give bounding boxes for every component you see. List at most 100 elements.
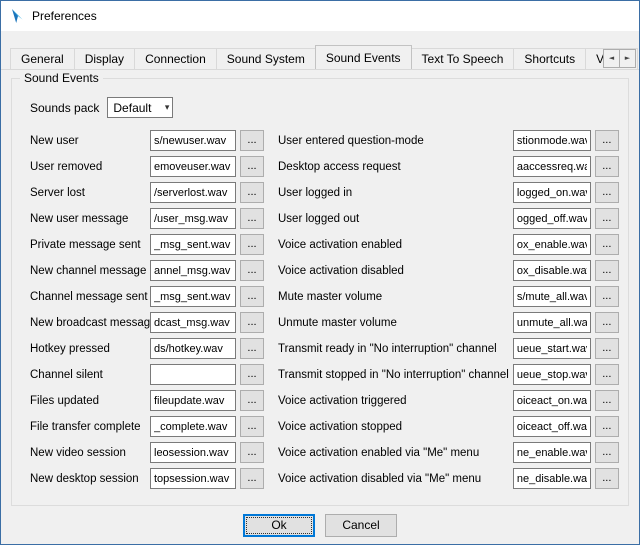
browse-button[interactable]: ... [240,208,264,229]
browse-button[interactable]: ... [595,312,619,333]
sound-event-row: Server lost ... [30,182,264,203]
sound-event-row: User entered question-mode ... [278,130,619,151]
sound-file-input[interactable] [150,416,236,437]
sound-event-row: Private message sent ... [30,234,264,255]
sound-file-input[interactable] [150,338,236,359]
browse-button[interactable]: ... [240,156,264,177]
tab-sound-system[interactable]: Sound System [216,48,316,69]
browse-button[interactable]: ... [595,234,619,255]
browse-button[interactable]: ... [240,260,264,281]
browse-button[interactable]: ... [595,416,619,437]
browse-button[interactable]: ... [240,442,264,463]
sound-events-column-right: User entered question-mode ... Desktop a… [278,130,619,494]
sound-event-label: New desktop session [30,473,150,485]
sound-event-row: User logged in ... [278,182,619,203]
sound-file-input[interactable] [513,182,591,203]
browse-button[interactable]: ... [240,286,264,307]
browse-button[interactable]: ... [595,208,619,229]
sound-event-label: Voice activation disabled via "Me" menu [278,473,513,485]
sound-file-input[interactable] [513,130,591,151]
tab-shortcuts[interactable]: Shortcuts [513,48,586,69]
sound-event-label: User logged out [278,213,513,225]
browse-button[interactable]: ... [240,364,264,385]
sound-file-input[interactable] [513,338,591,359]
browse-button[interactable]: ... [240,416,264,437]
sound-file-input[interactable] [513,286,591,307]
sound-event-label: Channel message sent [30,291,150,303]
tab-general[interactable]: General [10,48,75,69]
sound-event-label: Mute master volume [278,291,513,303]
sound-file-input[interactable] [150,208,236,229]
sound-event-label: Channel silent [30,369,150,381]
sound-event-label: User removed [30,161,150,173]
sound-file-input[interactable] [513,260,591,281]
sound-file-input[interactable] [513,312,591,333]
sound-file-input[interactable] [150,312,236,333]
browse-button[interactable]: ... [595,182,619,203]
sound-file-input[interactable] [513,156,591,177]
sound-event-row: New desktop session ... [30,468,264,489]
ok-button[interactable]: Ok [243,514,315,537]
sound-file-input[interactable] [513,390,591,411]
browse-button[interactable]: ... [240,390,264,411]
browse-button[interactable]: ... [595,286,619,307]
tab-connection[interactable]: Connection [134,48,217,69]
titlebar[interactable]: Preferences [1,1,639,31]
browse-button[interactable]: ... [240,182,264,203]
browse-button[interactable]: ... [595,260,619,281]
sound-file-input[interactable] [150,468,236,489]
sound-file-input[interactable] [150,364,236,385]
tab-scroller: ◄ ► [604,49,636,68]
sound-event-label: Private message sent [30,239,150,251]
sound-event-row: Hotkey pressed ... [30,338,264,359]
sound-file-input[interactable] [150,286,236,307]
sound-file-input[interactable] [150,156,236,177]
sound-file-input[interactable] [150,234,236,255]
sound-file-input[interactable] [513,468,591,489]
sound-event-label: Transmit ready in "No interruption" chan… [278,343,513,355]
browse-button[interactable]: ... [240,312,264,333]
sound-event-row: Transmit stopped in "No interruption" ch… [278,364,619,385]
sound-file-input[interactable] [513,364,591,385]
sound-event-row: Voice activation enabled via "Me" menu .… [278,442,619,463]
browse-button[interactable]: ... [240,130,264,151]
tab-display[interactable]: Display [74,48,135,69]
sound-event-row: Voice activation triggered ... [278,390,619,411]
sound-file-input[interactable] [513,442,591,463]
sound-event-label: Hotkey pressed [30,343,150,355]
tab-page-sound-events: Sound Events Sounds pack Default ▾ New u… [1,70,639,506]
sound-file-input[interactable] [150,182,236,203]
sound-event-row: New video session ... [30,442,264,463]
browse-button[interactable]: ... [595,130,619,151]
cancel-button[interactable]: Cancel [325,514,397,537]
browse-button[interactable]: ... [240,234,264,255]
dialog-footer: Ok Cancel [1,506,639,544]
sound-event-label: Unmute master volume [278,317,513,329]
tab-scroll-right-button[interactable]: ► [619,49,636,68]
browse-button[interactable]: ... [595,468,619,489]
sound-file-input[interactable] [513,208,591,229]
sound-file-input[interactable] [513,416,591,437]
sound-file-input[interactable] [150,130,236,151]
browse-button[interactable]: ... [595,442,619,463]
sound-file-input[interactable] [150,442,236,463]
browse-button[interactable]: ... [595,156,619,177]
browse-button[interactable]: ... [595,390,619,411]
sound-event-row: New broadcast message ... [30,312,264,333]
browse-button[interactable]: ... [595,364,619,385]
tab-sound-events[interactable]: Sound Events [315,45,412,70]
sounds-pack-select[interactable]: Default ▾ [107,97,173,118]
sound-event-row: Mute master volume ... [278,286,619,307]
browse-button[interactable]: ... [595,338,619,359]
sound-event-label: Voice activation enabled [278,239,513,251]
sound-file-input[interactable] [150,390,236,411]
tab-text-to-speech[interactable]: Text To Speech [411,48,515,69]
sound-event-label: Transmit stopped in "No interruption" ch… [278,369,513,381]
sounds-pack-value: Default [113,101,151,115]
sound-file-input[interactable] [513,234,591,255]
browse-button[interactable]: ... [240,338,264,359]
tab-scroll-left-button[interactable]: ◄ [603,49,620,68]
browse-button[interactable]: ... [240,468,264,489]
sound-event-label: Voice activation stopped [278,421,513,433]
sound-file-input[interactable] [150,260,236,281]
